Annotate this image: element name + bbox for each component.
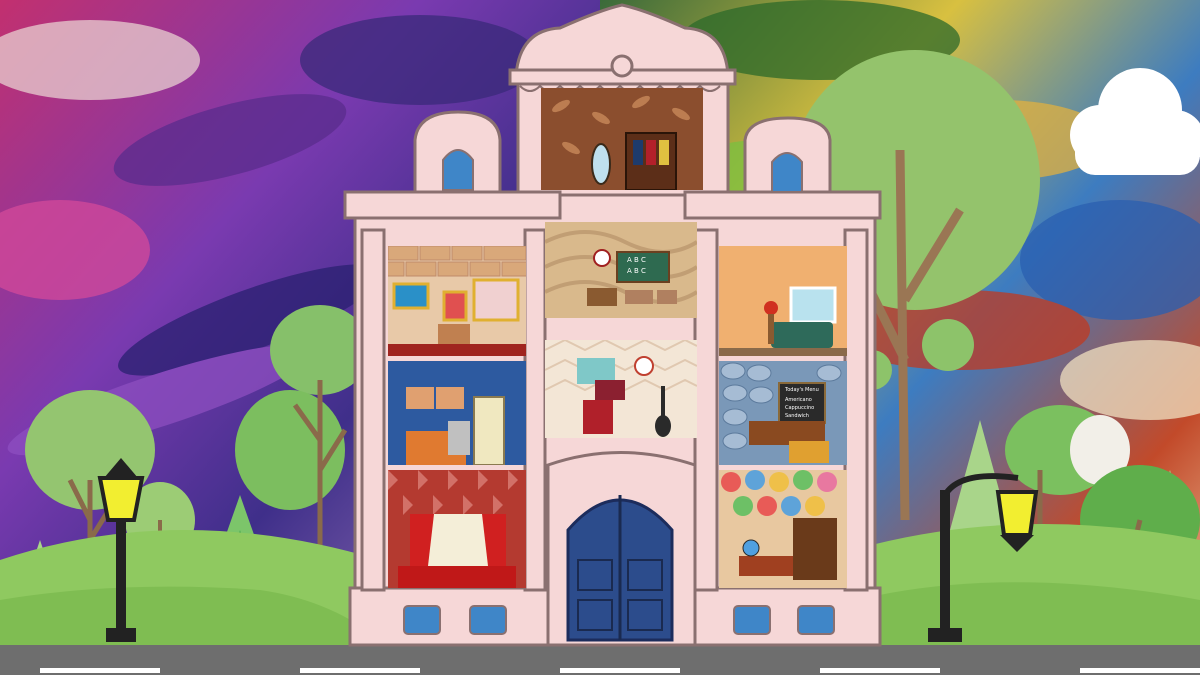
window: [789, 286, 837, 324]
room-computer[interactable]: [545, 340, 697, 438]
bookshelf: [793, 518, 837, 580]
room-wardrobe[interactable]: [541, 88, 703, 190]
menu-board-title: Today's Menu: [785, 387, 819, 393]
cornice-right: [683, 190, 882, 220]
painting: [472, 278, 520, 322]
blackboard-line1: A B C: [627, 256, 646, 264]
window: [442, 149, 474, 191]
cornice-left: [343, 190, 562, 220]
window: [469, 605, 507, 635]
clock-icon: [593, 249, 611, 267]
monitor: [595, 380, 625, 400]
mirror-icon: [591, 143, 611, 185]
menu-board-item: Cappuccino: [785, 405, 815, 411]
guitar-icon: [655, 386, 671, 437]
room-kitchen[interactable]: [388, 361, 526, 465]
blackboard-line2: A B C: [627, 267, 646, 275]
menu-board-item: Americano: [785, 397, 812, 403]
room-library[interactable]: [719, 470, 847, 588]
room-theater[interactable]: [388, 470, 526, 588]
front-door[interactable]: [566, 495, 674, 642]
window: [797, 605, 835, 635]
globe-icon: [742, 539, 760, 557]
clock-icon: [634, 356, 654, 376]
painting: [392, 282, 430, 310]
tower-window: [610, 54, 634, 78]
room-cafe[interactable]: Today's Menu Americano Cappuccino Sandwi…: [719, 361, 847, 465]
window: [771, 152, 803, 193]
room-art-gallery[interactable]: [388, 246, 526, 356]
window: [403, 605, 441, 635]
room-classroom[interactable]: A B C A B C: [545, 222, 697, 318]
menu-board-item: Sandwich: [785, 413, 809, 419]
sofa: [771, 322, 833, 348]
window: [733, 605, 771, 635]
painting: [442, 290, 468, 322]
clothes-rack: [625, 132, 677, 190]
room-living-room[interactable]: [719, 246, 847, 356]
